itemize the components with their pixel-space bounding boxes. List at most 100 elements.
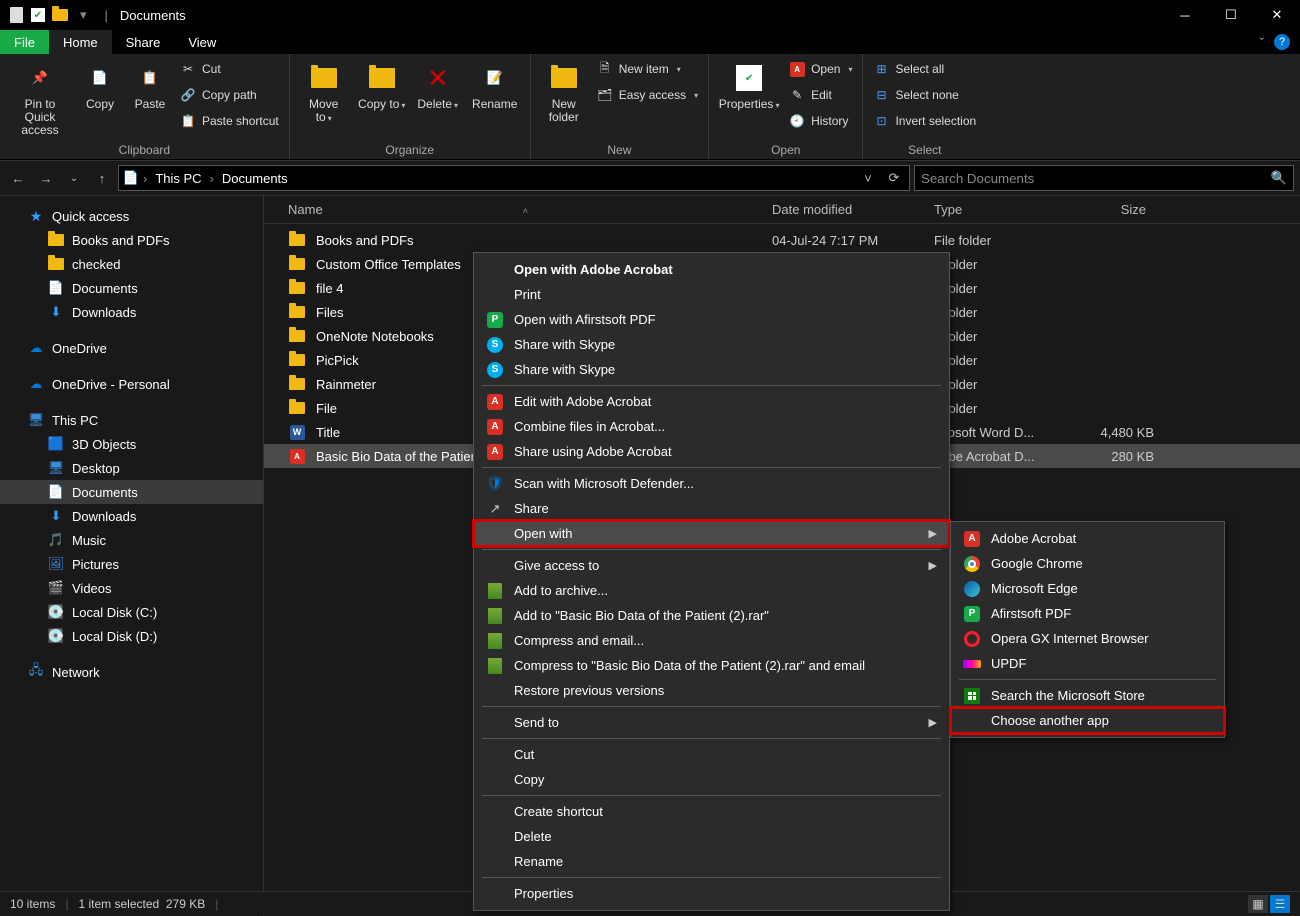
sidebar-qa-item[interactable]: checked xyxy=(0,252,263,276)
menu-item[interactable]: Compress and email... xyxy=(474,628,949,653)
sidebar-onedrive[interactable]: ☁OneDrive xyxy=(0,336,263,360)
sidebar-quick-access[interactable]: ★Quick access xyxy=(0,204,263,228)
qat-folder-icon[interactable] xyxy=(52,7,68,23)
menu-item[interactable]: Copy xyxy=(474,767,949,792)
paste-shortcut-button[interactable]: 📋Paste shortcut xyxy=(180,110,279,132)
properties-button[interactable]: ✔ Properties▾ xyxy=(719,58,779,112)
address-bar[interactable]: 📄 › This PC › Documents ˅ ⟳ xyxy=(118,165,910,191)
menu-item[interactable]: Google Chrome xyxy=(951,551,1224,576)
sidebar-pc-item[interactable]: 💽Local Disk (D:) xyxy=(0,624,263,648)
breadcrumb-current[interactable]: Documents xyxy=(218,171,292,186)
menu-item[interactable]: SShare with Skype xyxy=(474,357,949,382)
sidebar-pc-item[interactable]: 🖥Desktop xyxy=(0,456,263,480)
sidebar-qa-item[interactable]: Books and PDFs xyxy=(0,228,263,252)
menu-item[interactable]: Create shortcut xyxy=(474,799,949,824)
tab-share[interactable]: Share xyxy=(112,30,175,54)
menu-item[interactable]: ↗Share xyxy=(474,496,949,521)
sidebar-network[interactable]: 🖧Network xyxy=(0,660,263,684)
refresh-button[interactable]: ⟳ xyxy=(883,170,905,186)
new-folder-button[interactable]: New folder xyxy=(541,58,587,124)
new-item-button[interactable]: 🗎New item▾ xyxy=(597,58,698,80)
delete-button[interactable]: ✕ Delete▾ xyxy=(416,58,460,112)
menu-item[interactable]: Restore previous versions xyxy=(474,678,949,703)
menu-item[interactable]: Open with Adobe Acrobat xyxy=(474,257,949,282)
edit-button[interactable]: ✎Edit xyxy=(789,84,852,106)
menu-item[interactable]: Give access to▶ xyxy=(474,553,949,578)
search-box[interactable]: 🔍 xyxy=(914,165,1294,191)
menu-item[interactable]: Add to archive... xyxy=(474,578,949,603)
sidebar-pc-item[interactable]: 🖼Pictures xyxy=(0,552,263,576)
menu-item[interactable]: Send to▶ xyxy=(474,710,949,735)
sidebar-pc-item[interactable]: 💽Local Disk (C:) xyxy=(0,600,263,624)
copy-path-button[interactable]: 🔗Copy path xyxy=(180,84,279,106)
menu-item[interactable]: UPDF xyxy=(951,651,1224,676)
sidebar-pc-item[interactable]: ⬇Downloads xyxy=(0,504,263,528)
menu-item[interactable]: Rename xyxy=(474,849,949,874)
menu-item[interactable]: 🛡Scan with Microsoft Defender... xyxy=(474,471,949,496)
easy-access-button[interactable]: 🗂Easy access▾ xyxy=(597,84,698,106)
col-size[interactable]: Size xyxy=(1064,202,1154,217)
sidebar-qa-item[interactable]: ⬇Downloads xyxy=(0,300,263,324)
menu-item[interactable]: Microsoft Edge xyxy=(951,576,1224,601)
address-dropdown-icon[interactable]: ˅ xyxy=(857,171,879,186)
sidebar-pc-item[interactable]: 🎬Videos xyxy=(0,576,263,600)
copy-to-button[interactable]: Copy to▾ xyxy=(358,58,406,112)
select-none-button[interactable]: ⊟Select none xyxy=(873,84,976,106)
cut-button[interactable]: ✂Cut xyxy=(180,58,279,80)
open-button[interactable]: AOpen▾ xyxy=(789,58,852,80)
sidebar-pc-item[interactable]: 🟦3D Objects xyxy=(0,432,263,456)
menu-item[interactable]: Open with▶ xyxy=(474,521,949,546)
menu-item[interactable]: ACombine files in Acrobat... xyxy=(474,414,949,439)
forward-button[interactable]: → xyxy=(34,166,58,190)
sidebar-onedrive-personal[interactable]: ☁OneDrive - Personal xyxy=(0,372,263,396)
maximize-button[interactable]: ☐ xyxy=(1208,0,1254,30)
select-all-button[interactable]: ⊞Select all xyxy=(873,58,976,80)
menu-item[interactable]: Delete xyxy=(474,824,949,849)
menu-item[interactable]: AAdobe Acrobat xyxy=(951,526,1224,551)
menu-item[interactable]: Cut xyxy=(474,742,949,767)
recent-dropdown[interactable]: ⌄ xyxy=(62,166,86,190)
invert-selection-button[interactable]: ⊡Invert selection xyxy=(873,110,976,132)
view-details-button[interactable]: ☰ xyxy=(1270,895,1290,913)
breadcrumb-root[interactable]: This PC xyxy=(151,171,205,186)
view-thumbnails-button[interactable]: ▦ xyxy=(1248,895,1268,913)
menu-item[interactable]: SShare with Skype xyxy=(474,332,949,357)
collapse-ribbon-icon[interactable]: ˇ xyxy=(1260,35,1264,50)
menu-item[interactable]: Add to "Basic Bio Data of the Patient (2… xyxy=(474,603,949,628)
menu-item[interactable]: Choose another app xyxy=(951,708,1224,733)
move-to-button[interactable]: Move to▾ xyxy=(300,58,348,125)
paste-button[interactable]: 📋 Paste xyxy=(130,58,170,111)
menu-item[interactable]: Compress to "Basic Bio Data of the Patie… xyxy=(474,653,949,678)
menu-item[interactable]: Search the Microsoft Store xyxy=(951,683,1224,708)
tab-file[interactable]: File xyxy=(0,30,49,54)
minimize-button[interactable]: ─ xyxy=(1162,0,1208,30)
search-input[interactable] xyxy=(921,171,1271,186)
rename-button[interactable]: 📝 Rename xyxy=(470,58,520,111)
back-button[interactable]: ← xyxy=(6,166,30,190)
menu-item[interactable]: AEdit with Adobe Acrobat xyxy=(474,389,949,414)
menu-item[interactable]: Properties xyxy=(474,881,949,906)
tab-view[interactable]: View xyxy=(174,30,230,54)
tab-home[interactable]: Home xyxy=(49,30,112,54)
sidebar-pc-documents[interactable]: 📄Documents xyxy=(0,480,263,504)
col-name[interactable]: Name˄ xyxy=(288,202,772,217)
menu-item[interactable]: AShare using Adobe Acrobat xyxy=(474,439,949,464)
help-icon[interactable]: ? xyxy=(1274,34,1290,50)
qat-properties-icon[interactable]: ✔ xyxy=(30,7,46,23)
close-button[interactable]: ✕ xyxy=(1254,0,1300,30)
up-button[interactable]: ↑ xyxy=(90,166,114,190)
file-row[interactable]: Books and PDFs04-Jul-24 7:17 PMFile fold… xyxy=(264,228,1300,252)
col-type[interactable]: Type xyxy=(934,202,1064,217)
copy-button[interactable]: 📄 Copy xyxy=(80,58,120,111)
sidebar-this-pc[interactable]: 🖥This PC xyxy=(0,408,263,432)
sidebar-pc-item[interactable]: 🎵Music xyxy=(0,528,263,552)
pin-to-quick-access-button[interactable]: 📌 Pin to Quick access xyxy=(10,58,70,137)
history-button[interactable]: 🕘History xyxy=(789,110,852,132)
menu-item[interactable]: Print xyxy=(474,282,949,307)
column-headers[interactable]: Name˄ Date modified Type Size xyxy=(264,196,1300,224)
col-date[interactable]: Date modified xyxy=(772,202,934,217)
menu-item[interactable]: Opera GX Internet Browser xyxy=(951,626,1224,651)
menu-item[interactable]: POpen with Afirstsoft PDF xyxy=(474,307,949,332)
menu-item[interactable]: PAfirstsoft PDF xyxy=(951,601,1224,626)
sidebar-qa-item[interactable]: 📄Documents xyxy=(0,276,263,300)
